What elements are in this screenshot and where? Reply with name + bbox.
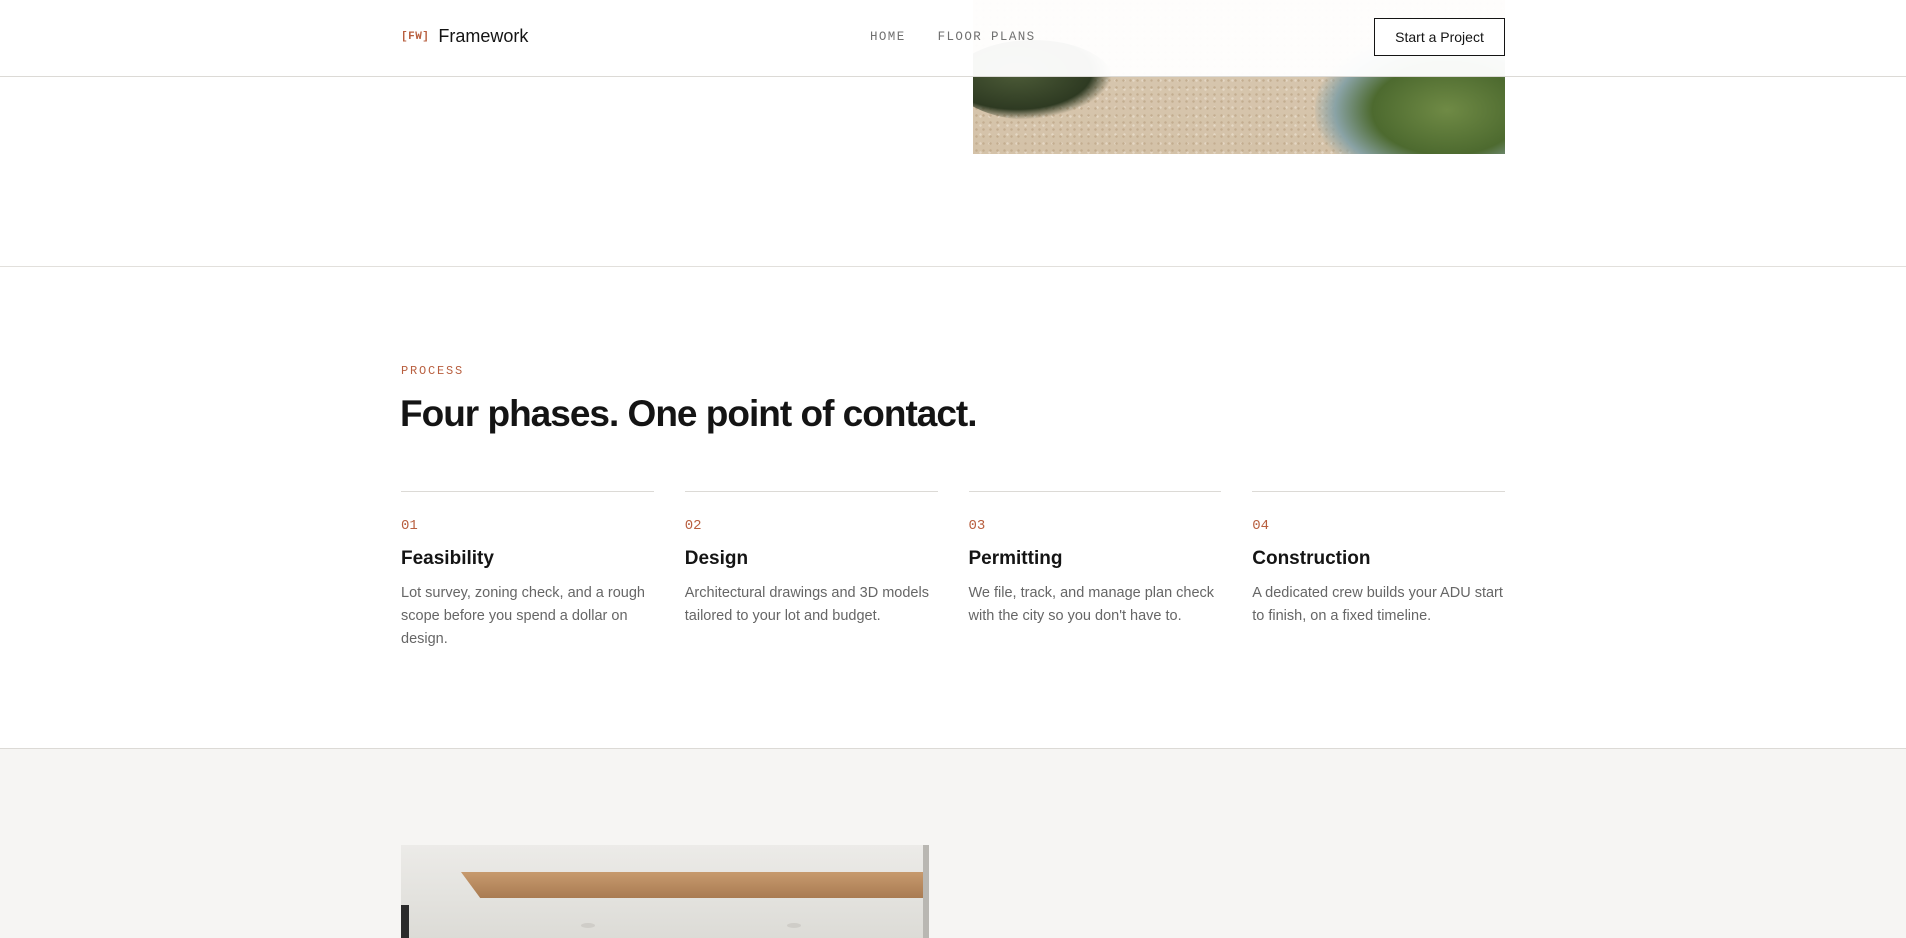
phase-title: Permitting [968,548,1063,569]
interior-photo [401,845,929,938]
phase-number: 02 [684,518,702,534]
phase-number: 03 [968,518,986,534]
section-eyebrow: PROCESS [401,364,465,378]
phase-description: We file, track, and manage plan check wi… [968,585,1215,624]
recessed-light [581,923,595,928]
section-headline: Four phases. One point of contact. [400,393,978,434]
main-nav: HOME FLOOR PLANS [870,30,1036,44]
phase-title: Feasibility [401,548,494,569]
brand-name: Framework [438,26,529,46]
phase-description: Architectural drawings and 3D models tai… [684,585,929,624]
phase-card: 04 Construction A dedicated crew builds … [1252,491,1505,651]
phase-description: A dedicated crew builds your ADU start t… [1252,585,1503,624]
phase-card: 02 Design Architectural drawings and 3D … [684,491,938,651]
gallery-section [0,749,1906,938]
phase-title: Design [684,548,749,569]
process-section: PROCESS Four phases. One point of contac… [0,267,1906,749]
brand-mark: [FW] [401,30,430,43]
wood-beam [461,872,929,898]
recessed-light [787,923,801,928]
nav-floor-plans[interactable]: FLOOR PLANS [938,30,1036,44]
phase-title: Construction [1252,548,1371,569]
start-project-button[interactable]: Start a Project [1374,18,1505,56]
phase-card: 03 Permitting We file, track, and manage… [968,491,1222,651]
phase-description: Lot survey, zoning check, and a rough sc… [401,585,645,647]
nav-home[interactable]: HOME [870,30,906,44]
brand-logo[interactable]: [FW] Framework [401,26,528,47]
site-header: [FW] Framework HOME FLOOR PLANS Start a … [0,0,1906,77]
phase-card: 01 Feasibility Lot survey, zoning check,… [401,491,654,651]
phase-list: 01 Feasibility Lot survey, zoning check,… [401,491,1505,651]
door-frame [401,905,409,938]
phase-number: 04 [1252,518,1270,534]
phase-number: 01 [401,518,418,534]
side-wall [923,845,929,938]
